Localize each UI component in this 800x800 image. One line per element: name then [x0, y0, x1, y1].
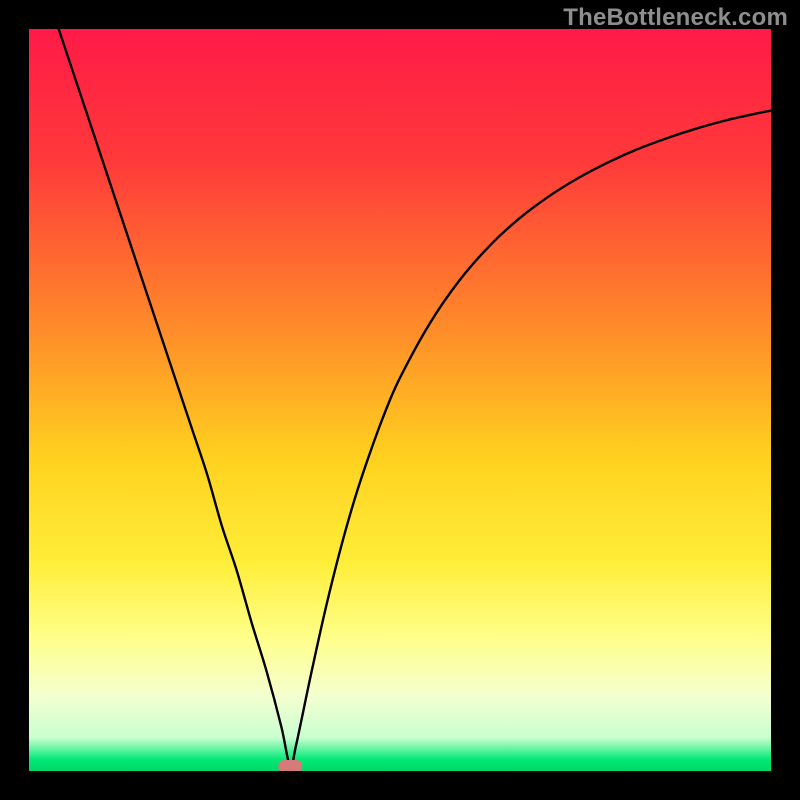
bottleneck-chart: [29, 29, 771, 771]
chart-frame: TheBottleneck.com: [0, 0, 800, 800]
watermark-text: TheBottleneck.com: [563, 4, 788, 32]
minimum-marker: [278, 760, 302, 771]
plot-area: [29, 29, 771, 771]
